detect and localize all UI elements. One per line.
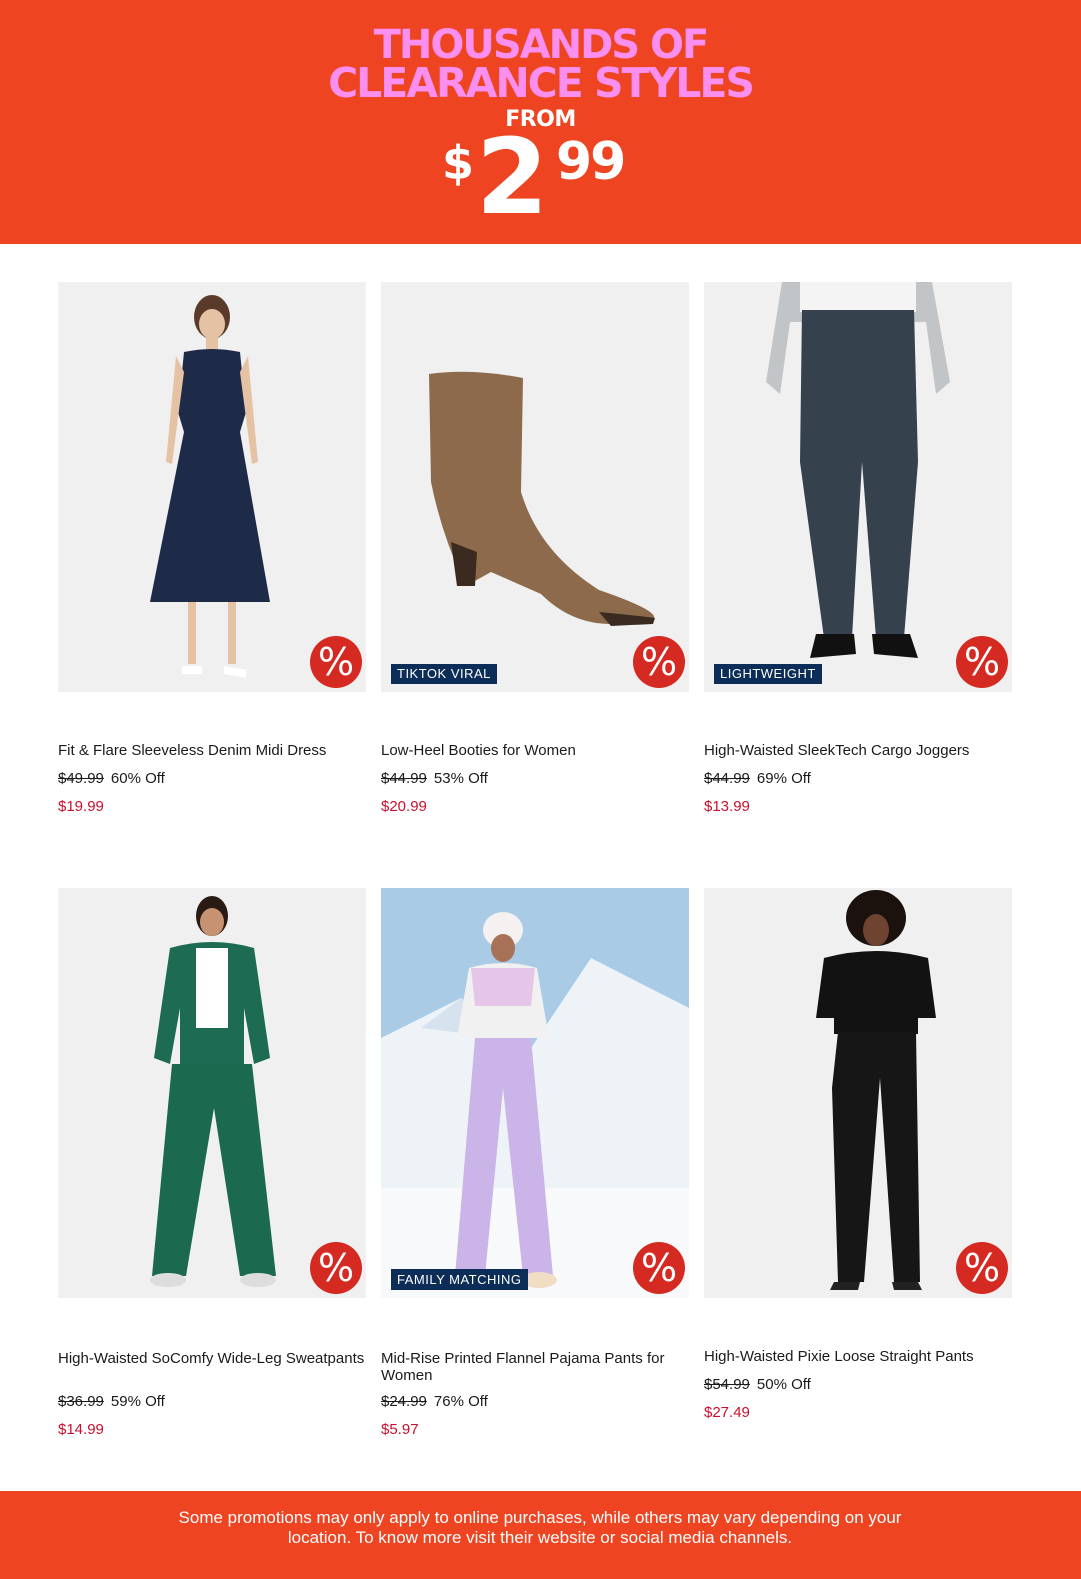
product-tag: TIKTOK VIRAL bbox=[391, 664, 497, 684]
product-name[interactable]: Fit & Flare Sleeveless Denim Midi Dress bbox=[58, 742, 366, 759]
discount-badge-icon: % bbox=[633, 1242, 685, 1294]
product-card[interactable]: % High-Waisted SoComfy Wide-Leg Sweatpan… bbox=[58, 888, 366, 1438]
product-name[interactable]: Mid-Rise Printed Flannel Pajama Pants fo… bbox=[381, 1350, 689, 1384]
product-name[interactable]: High-Waisted SoComfy Wide-Leg Sweatpants bbox=[58, 1350, 366, 1367]
discount-text: 53% Off bbox=[433, 770, 488, 787]
dress-model-illustration bbox=[150, 295, 270, 678]
product-pricing: $44.99 69% Off bbox=[704, 770, 811, 787]
original-price: $54.99 bbox=[704, 1376, 750, 1393]
product-image[interactable]: FAMILY MATCHING % bbox=[381, 888, 689, 1298]
disclaimer-footer: Some promotions may only apply to online… bbox=[0, 1491, 1081, 1579]
product-tag: FAMILY MATCHING bbox=[391, 1269, 528, 1290]
original-price: $49.99 bbox=[58, 770, 104, 787]
pajama-model-illustration bbox=[381, 888, 689, 1298]
product-pricing: $44.99 53% Off bbox=[381, 770, 488, 787]
discount-badge-icon: % bbox=[633, 636, 685, 688]
product-pricing: $49.99 60% Off bbox=[58, 770, 165, 787]
discount-badge-icon: % bbox=[956, 636, 1008, 688]
sale-price: $14.99 bbox=[58, 1421, 104, 1438]
sale-price: $13.99 bbox=[704, 798, 750, 815]
product-card[interactable]: TIKTOK VIRAL % Low-Heel Booties for Wome… bbox=[381, 282, 689, 815]
product-card[interactable]: FAMILY MATCHING % Mid-Rise Printed Flann… bbox=[381, 888, 689, 1438]
discount-badge-icon: % bbox=[310, 636, 362, 688]
product-pricing: $54.99 50% Off bbox=[704, 1376, 811, 1393]
straight-pants-model-illustration bbox=[816, 890, 936, 1290]
product-name[interactable]: Low-Heel Booties for Women bbox=[381, 742, 689, 759]
joggers-model-illustration bbox=[766, 282, 950, 658]
product-card[interactable]: LIGHTWEIGHT % High-Waisted SleekTech Car… bbox=[704, 282, 1012, 815]
sale-price: $19.99 bbox=[58, 798, 104, 815]
banner-price-cents: 99 bbox=[556, 132, 626, 192]
product-image[interactable]: TIKTOK VIRAL % bbox=[381, 282, 689, 692]
discount-badge-icon: % bbox=[956, 1242, 1008, 1294]
product-tag: LIGHTWEIGHT bbox=[714, 664, 822, 684]
product-image[interactable]: % bbox=[704, 888, 1012, 1298]
sale-price: $20.99 bbox=[381, 798, 427, 815]
product-pricing: $24.99 76% Off bbox=[381, 1393, 488, 1410]
sale-price: $27.49 bbox=[704, 1404, 750, 1421]
discount-text: 76% Off bbox=[433, 1393, 488, 1410]
product-image[interactable]: % bbox=[58, 888, 366, 1298]
product-card[interactable]: % Fit & Flare Sleeveless Denim Midi Dres… bbox=[58, 282, 366, 815]
original-price: $44.99 bbox=[381, 770, 427, 787]
product-name[interactable]: High-Waisted SleekTech Cargo Joggers bbox=[704, 742, 1012, 759]
product-pricing: $36.99 59% Off bbox=[58, 1393, 165, 1410]
disclaimer-text: Some promotions may only apply to online… bbox=[178, 1508, 902, 1547]
sweatpants-model-illustration bbox=[150, 896, 276, 1287]
product-card[interactable]: % High-Waisted Pixie Loose Straight Pant… bbox=[704, 888, 1012, 1421]
discount-badge-icon: % bbox=[310, 1242, 362, 1294]
sale-price: $5.97 bbox=[381, 1421, 419, 1438]
original-price: $44.99 bbox=[704, 770, 750, 787]
original-price: $36.99 bbox=[58, 1393, 104, 1410]
banner-headline-line2: CLEARANCE STYLES bbox=[328, 59, 755, 107]
banner-price-currency: $ bbox=[442, 136, 475, 190]
product-image[interactable]: % bbox=[58, 282, 366, 692]
bootie-illustration bbox=[429, 371, 655, 626]
discount-text: 60% Off bbox=[110, 770, 165, 787]
discount-text: 50% Off bbox=[756, 1376, 811, 1393]
discount-text: 59% Off bbox=[110, 1393, 165, 1410]
discount-text: 69% Off bbox=[756, 770, 811, 787]
banner-price-main: 2 bbox=[476, 116, 548, 238]
product-name[interactable]: High-Waisted Pixie Loose Straight Pants bbox=[704, 1348, 1012, 1365]
original-price: $24.99 bbox=[381, 1393, 427, 1410]
promo-banner[interactable]: THOUSANDS OF CLEARANCE STYLES FROM $ 2 9… bbox=[0, 0, 1081, 244]
product-image[interactable]: LIGHTWEIGHT % bbox=[704, 282, 1012, 692]
